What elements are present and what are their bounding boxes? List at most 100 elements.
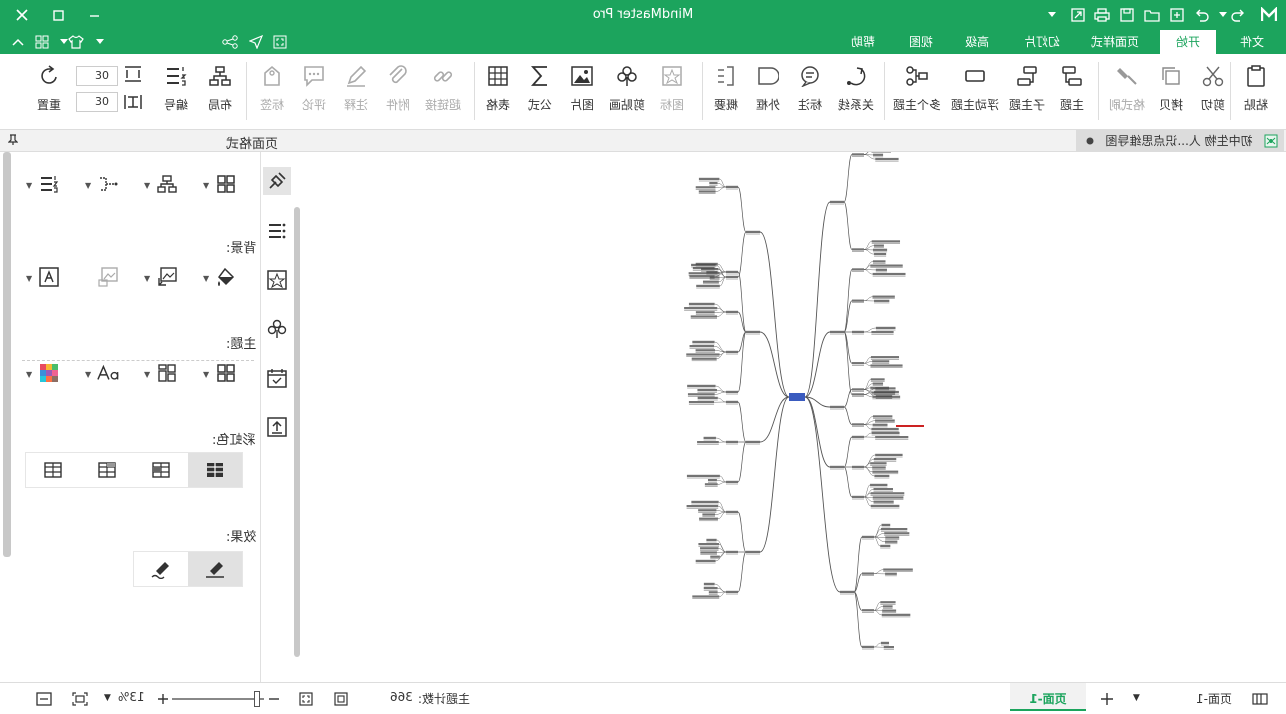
layout-grid-icon[interactable] <box>215 173 237 195</box>
page-format-tool-icon[interactable] <box>263 167 291 195</box>
fullscreen-icon[interactable] <box>296 689 316 709</box>
new-file-icon[interactable] <box>1167 5 1187 25</box>
hand-drawn-effect-icon[interactable] <box>134 552 188 586</box>
text-frame-icon[interactable] <box>38 266 60 288</box>
caret-down-icon[interactable]: ▼ <box>203 370 209 379</box>
zoom-level[interactable]: 13% <box>118 690 145 704</box>
panel-scrollbar[interactable] <box>3 152 11 557</box>
pin-icon[interactable] <box>8 134 18 146</box>
theme-style-icon[interactable] <box>156 362 178 384</box>
cut-button[interactable]: 剪切 <box>1194 62 1232 122</box>
tab-file[interactable]: 文件 <box>1224 30 1280 54</box>
numbering-style-icon[interactable] <box>38 173 60 195</box>
collapse-ribbon-icon[interactable] <box>8 32 28 52</box>
minimize-icon[interactable] <box>84 5 104 25</box>
color-palette-icon[interactable] <box>38 362 60 384</box>
image-button[interactable]: 图片 <box>564 62 600 122</box>
icon-button[interactable]: 图标 <box>654 62 690 122</box>
tab-home[interactable]: 开始 <box>1160 30 1216 54</box>
table-button[interactable]: 表格 <box>480 62 516 122</box>
layout-button[interactable]: 布局 <box>200 62 240 122</box>
export-icon[interactable] <box>1068 5 1088 25</box>
skin-caret-icon[interactable] <box>90 32 110 52</box>
rainbow-option[interactable] <box>26 453 80 487</box>
horizontal-spacing-input[interactable]: 30 <box>76 66 118 86</box>
mindmap-canvas[interactable] <box>300 152 1286 682</box>
watermark-icon[interactable] <box>97 266 119 288</box>
flat-effect-icon[interactable] <box>188 552 242 586</box>
tab-slides[interactable]: 幻灯片 <box>1012 30 1072 54</box>
fullscreen-icon[interactable] <box>270 32 290 52</box>
zoom-slider-thumb[interactable] <box>254 691 260 707</box>
maximize-icon[interactable] <box>48 5 68 25</box>
layout-tree-icon[interactable] <box>156 173 178 195</box>
caret-down-icon[interactable]: ▼ <box>85 370 91 379</box>
zoom-slider-track[interactable] <box>172 698 264 700</box>
add-page-icon[interactable] <box>1097 689 1117 709</box>
subtopic-button[interactable]: 子主题 <box>1004 62 1050 122</box>
caret-down-icon[interactable]: ▼ <box>26 181 32 190</box>
print-icon[interactable] <box>1092 5 1112 25</box>
fill-bucket-icon[interactable] <box>215 266 237 288</box>
floating-topic-button[interactable]: 浮动主题 <box>948 62 1002 122</box>
page-tab-active[interactable]: 页面-1 <box>1010 683 1086 711</box>
tab-view[interactable]: 视图 <box>896 30 946 54</box>
caret-down-icon[interactable]: ▼ <box>26 370 32 379</box>
vertical-spacing-input[interactable]: 30 <box>76 92 118 112</box>
send-icon[interactable] <box>246 32 266 52</box>
note-button[interactable]: 注释 <box>338 62 374 122</box>
topic-button[interactable]: 主题 <box>1052 62 1092 122</box>
copy-button[interactable]: 拷贝 <box>1152 62 1190 122</box>
share-icon[interactable] <box>220 32 240 52</box>
tab-help[interactable]: 帮助 <box>838 30 888 54</box>
quick-access-caret-icon[interactable] <box>1042 5 1062 25</box>
caret-down-icon[interactable]: ▼ <box>26 274 32 283</box>
background-image-icon[interactable] <box>156 266 178 288</box>
boundary-button[interactable]: 外框 <box>750 62 786 122</box>
fit-page-icon[interactable] <box>70 689 90 709</box>
tab-advanced[interactable]: 高级 <box>952 30 1002 54</box>
font-icon[interactable] <box>97 362 119 384</box>
zoom-in-icon[interactable] <box>153 689 173 709</box>
redo-icon[interactable] <box>1228 5 1248 25</box>
caret-down-icon[interactable]: ▼ <box>144 181 150 190</box>
page-caret-icon[interactable]: ▼ <box>1133 693 1140 703</box>
caret-down-icon[interactable]: ▼ <box>85 181 91 190</box>
paste-button[interactable]: 粘贴 <box>1236 62 1276 122</box>
format-painter-button[interactable]: 格式刷 <box>1104 62 1150 122</box>
undo-icon[interactable] <box>1192 5 1212 25</box>
rainbow-option-selected[interactable] <box>188 453 242 487</box>
callout-button[interactable]: 标注 <box>792 62 828 122</box>
zoom-caret-icon[interactable]: ▼ <box>104 693 111 703</box>
relationship-button[interactable]: 关系线 <box>834 62 878 122</box>
presentation-icon[interactable] <box>331 689 351 709</box>
caret-down-icon[interactable]: ▼ <box>203 274 209 283</box>
icon-tool-icon[interactable] <box>263 266 291 294</box>
export-tool-icon[interactable] <box>263 413 291 441</box>
clipart-tool-icon[interactable] <box>263 315 291 343</box>
formula-button[interactable]: 公式 <box>522 62 558 122</box>
outline-tool-icon[interactable] <box>263 217 291 245</box>
reset-button[interactable]: 重置 <box>30 62 68 122</box>
tab-page-style[interactable]: 页面样式 <box>1080 30 1150 54</box>
caret-down-icon[interactable]: ▼ <box>144 274 150 283</box>
collapse-panel-icon[interactable] <box>34 689 54 709</box>
open-folder-icon[interactable] <box>1142 5 1162 25</box>
task-tool-icon[interactable] <box>263 364 291 392</box>
page-list-icon[interactable] <box>1250 689 1270 709</box>
skin-icon[interactable] <box>66 32 86 52</box>
hyperlink-button[interactable]: 超链接 <box>420 62 466 122</box>
save-icon[interactable] <box>1117 5 1137 25</box>
apps-icon[interactable] <box>32 32 52 52</box>
document-tab[interactable]: 初中生物 人...识点思维导图 <box>1076 130 1284 152</box>
connector-style-icon[interactable] <box>97 173 119 195</box>
tab-close-dot-icon[interactable] <box>1086 137 1094 145</box>
rainbow-option[interactable] <box>80 453 134 487</box>
numbering-button[interactable]: 编号 <box>156 62 196 122</box>
tag-button[interactable]: 标签 <box>254 62 290 122</box>
multiple-topics-button[interactable]: 多个主题 <box>890 62 944 122</box>
summary-button[interactable]: 概要 <box>708 62 744 122</box>
zoom-out-icon[interactable] <box>264 689 284 709</box>
comment-button[interactable]: 评论 <box>296 62 332 122</box>
theme-grid-icon[interactable] <box>215 362 237 384</box>
